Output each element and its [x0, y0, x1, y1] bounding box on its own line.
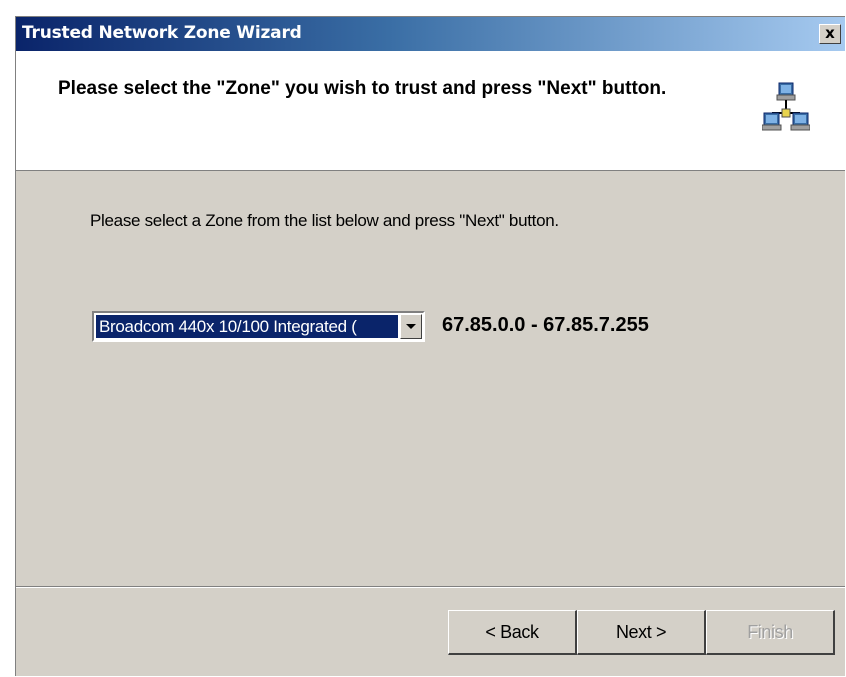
footer-separator [16, 586, 845, 588]
header-title: Please select the "Zone" you wish to tru… [58, 78, 667, 99]
wizard-header: Please select the "Zone" you wish to tru… [16, 51, 845, 171]
instruction-text: Please select a Zone from the list below… [90, 211, 559, 230]
zone-select[interactable]: Broadcom 440x 10/100 Integrated ( [92, 311, 425, 342]
close-icon: x [825, 24, 835, 42]
next-button[interactable]: Next > [577, 610, 706, 655]
zone-dropdown-button[interactable] [400, 314, 422, 339]
window-title: Trusted Network Zone Wizard [22, 23, 302, 43]
chevron-down-icon [406, 324, 416, 329]
zone-select-value[interactable]: Broadcom 440x 10/100 Integrated ( [96, 315, 398, 338]
ip-range-text: 67.85.0.0 - 67.85.7.255 [442, 314, 649, 336]
title-bar[interactable]: Trusted Network Zone Wizard x [16, 17, 845, 51]
back-button[interactable]: < Back [448, 610, 577, 655]
network-computers-icon [762, 82, 810, 131]
close-button[interactable]: x [819, 24, 841, 44]
finish-button[interactable]: Finish [706, 610, 835, 655]
wizard-window: Trusted Network Zone Wizard x Please sel… [15, 16, 845, 676]
